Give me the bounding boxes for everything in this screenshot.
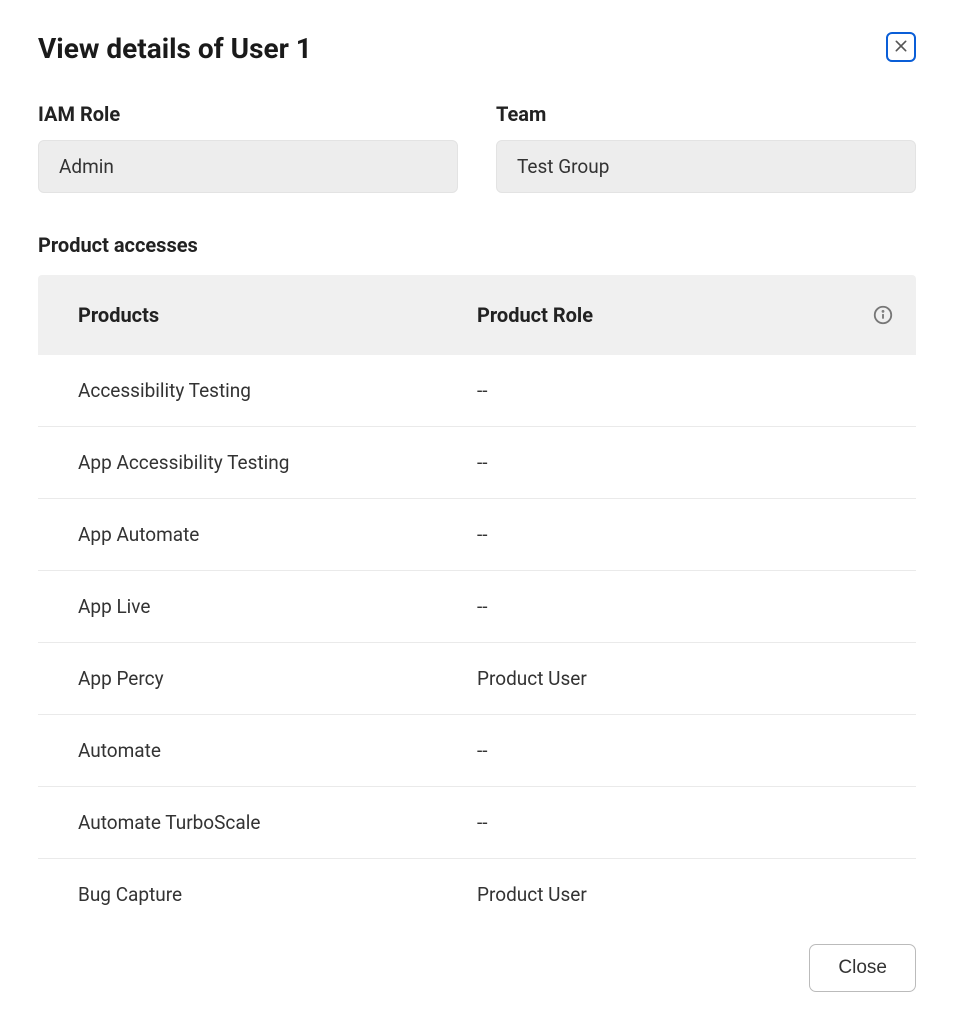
table-row: Accessibility Testing-- bbox=[38, 355, 916, 427]
field-row: IAM Role Admin Team Test Group bbox=[38, 102, 916, 193]
product-name-cell: App Live bbox=[78, 595, 477, 618]
table-row: App Accessibility Testing-- bbox=[38, 427, 916, 499]
iam-role-label: IAM Role bbox=[38, 102, 458, 126]
iam-role-value: Admin bbox=[38, 140, 458, 193]
product-role-cell: -- bbox=[477, 595, 876, 618]
product-role-cell: Product User bbox=[477, 883, 876, 906]
product-name-cell: Automate bbox=[78, 739, 477, 762]
product-role-cell: -- bbox=[477, 739, 876, 762]
product-name-cell: Automate TurboScale bbox=[78, 811, 477, 834]
product-name-cell: App Percy bbox=[78, 667, 477, 690]
info-icon[interactable] bbox=[872, 304, 894, 326]
product-role-cell: -- bbox=[477, 811, 876, 834]
iam-role-field: IAM Role Admin bbox=[38, 102, 458, 193]
user-details-modal: View details of User 1 IAM Role Admin Te… bbox=[0, 0, 954, 1016]
modal-header: View details of User 1 bbox=[38, 32, 916, 66]
table-row: Automate TurboScale-- bbox=[38, 787, 916, 859]
modal-title: View details of User 1 bbox=[38, 32, 312, 66]
column-header-product-role: Product Role bbox=[477, 303, 876, 327]
table-header: Products Product Role bbox=[38, 275, 916, 355]
product-name-cell: App Accessibility Testing bbox=[78, 451, 477, 474]
team-value: Test Group bbox=[496, 140, 916, 193]
product-role-cell: -- bbox=[477, 379, 876, 402]
product-name-cell: Bug Capture bbox=[78, 883, 477, 906]
product-name-cell: App Automate bbox=[78, 523, 477, 546]
table-row: App PercyProduct User bbox=[38, 643, 916, 715]
close-icon bbox=[893, 38, 909, 57]
team-label: Team bbox=[496, 102, 916, 126]
table-body[interactable]: Accessibility Testing--App Accessibility… bbox=[38, 355, 916, 920]
product-name-cell: Accessibility Testing bbox=[78, 379, 477, 402]
product-role-cell: -- bbox=[477, 451, 876, 474]
product-table: Products Product Role Accessibility Test… bbox=[38, 275, 916, 920]
product-role-cell: Product User bbox=[477, 667, 876, 690]
table-row: App Automate-- bbox=[38, 499, 916, 571]
column-header-product-role-text: Product Role bbox=[477, 303, 593, 327]
table-row: App Live-- bbox=[38, 571, 916, 643]
column-header-products: Products bbox=[78, 303, 477, 327]
table-row: Bug CaptureProduct User bbox=[38, 859, 916, 920]
modal-footer: Close bbox=[38, 920, 916, 1016]
team-field: Team Test Group bbox=[496, 102, 916, 193]
product-accesses-title: Product accesses bbox=[38, 233, 916, 257]
product-role-cell: -- bbox=[477, 523, 876, 546]
close-icon-button[interactable] bbox=[886, 32, 916, 62]
table-row: Automate-- bbox=[38, 715, 916, 787]
close-button[interactable]: Close bbox=[809, 944, 916, 992]
